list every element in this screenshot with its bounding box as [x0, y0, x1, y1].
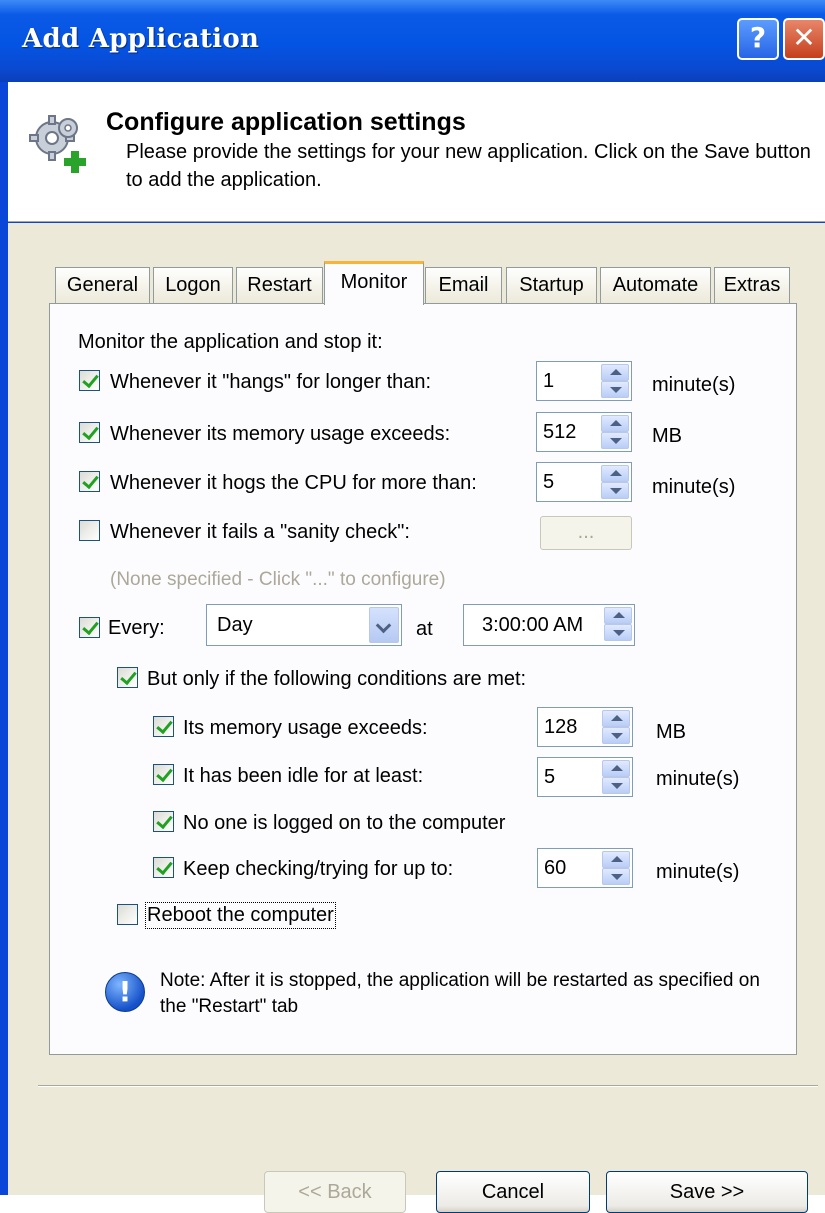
cond-memory-stepper[interactable]: 128 — [537, 707, 633, 747]
memory-unit: MB — [652, 425, 682, 447]
tab-general[interactable]: General — [55, 267, 150, 304]
sanity-configure-button[interactable]: ... — [540, 516, 632, 550]
close-button[interactable]: ✕ — [783, 18, 825, 60]
cond-nologon-label[interactable]: No one is logged on to the computer — [183, 812, 505, 835]
cond-memory-unit: MB — [656, 721, 686, 743]
header-description: Please provide the settings for your new… — [126, 141, 811, 191]
cond-idle-checkbox[interactable] — [153, 764, 174, 785]
hangs-unit: minute(s) — [652, 374, 736, 396]
title-bar[interactable]: Add Application ? ✕ — [0, 0, 825, 82]
cond-keep-unit: minute(s) — [656, 861, 740, 883]
dialog-body: General Logon Restart Monitor Email Star… — [8, 223, 825, 1213]
every-period-value[interactable]: Day — [217, 614, 253, 637]
cond-memory-value[interactable]: 128 — [544, 716, 577, 739]
header-title: Configure application settings — [106, 108, 466, 136]
tab-restart[interactable]: Restart — [236, 267, 323, 304]
spin-up-icon[interactable] — [601, 415, 629, 432]
spin-up-icon[interactable] — [602, 760, 630, 777]
close-icon: ✕ — [792, 21, 816, 54]
memory-mb-stepper[interactable]: 512 — [536, 412, 632, 452]
save-button[interactable]: Save >> — [606, 1171, 808, 1213]
tab-automate[interactable]: Automate — [600, 267, 711, 304]
cond-nologon-checkbox[interactable] — [153, 811, 174, 832]
spin-down-icon[interactable] — [602, 727, 630, 744]
spin-down-icon[interactable] — [601, 432, 629, 449]
cond-idle-stepper[interactable]: 5 — [537, 757, 633, 797]
back-button[interactable]: << Back — [264, 1171, 406, 1213]
memory-label[interactable]: Whenever its memory usage exceeds: — [110, 423, 450, 446]
wizard-header: Configure application settings Please pr… — [8, 82, 825, 222]
chevron-down-icon[interactable] — [369, 607, 399, 643]
help-button[interactable]: ? — [737, 18, 779, 60]
cpu-label[interactable]: Whenever it hogs the CPU for more than: — [110, 472, 477, 495]
spin-down-icon[interactable] — [602, 777, 630, 794]
every-time-stepper[interactable]: 3:00:00 AM — [463, 604, 635, 646]
memory-mb-value[interactable]: 512 — [543, 421, 576, 444]
spin-up-icon[interactable] — [602, 710, 630, 727]
cond-keep-value[interactable]: 60 — [544, 857, 566, 880]
cond-memory-checkbox[interactable] — [153, 716, 174, 737]
every-label[interactable]: Every: — [108, 617, 165, 640]
sanity-checkbox[interactable] — [79, 520, 100, 541]
cond-memory-label[interactable]: Its memory usage exceeds: — [183, 717, 428, 740]
hangs-minutes-stepper[interactable]: 1 — [536, 361, 632, 401]
window-title: Add Application — [22, 24, 260, 54]
cond-idle-value[interactable]: 5 — [544, 766, 555, 789]
monitor-intro: Monitor the application and stop it: — [78, 331, 383, 353]
spin-down-icon[interactable] — [604, 624, 632, 641]
spin-up-icon[interactable] — [601, 364, 629, 381]
tab-extras[interactable]: Extras — [714, 267, 790, 304]
cond-idle-unit: minute(s) — [656, 768, 740, 790]
info-icon: ! — [105, 972, 145, 1012]
footer-separator — [38, 1085, 818, 1087]
spin-up-icon[interactable] — [602, 851, 630, 868]
add-application-window: Add Application ? ✕ Configure applicatio… — [0, 0, 825, 1213]
cpu-unit: minute(s) — [652, 476, 736, 498]
sanity-hint: (None specified - Click "..." to configu… — [110, 569, 446, 590]
conditions-checkbox[interactable] — [117, 667, 138, 688]
every-time-value[interactable]: 3:00:00 AM — [482, 614, 583, 637]
cpu-checkbox[interactable] — [79, 471, 100, 492]
spin-down-icon[interactable] — [601, 381, 629, 398]
spin-down-icon[interactable] — [602, 868, 630, 885]
memory-checkbox[interactable] — [79, 422, 100, 443]
every-checkbox[interactable] — [79, 617, 100, 638]
tab-logon[interactable]: Logon — [153, 267, 233, 304]
hangs-checkbox[interactable] — [79, 370, 100, 391]
reboot-checkbox[interactable] — [117, 904, 138, 925]
tab-email[interactable]: Email — [425, 267, 502, 304]
spin-up-icon[interactable] — [601, 465, 629, 482]
cancel-button[interactable]: Cancel — [436, 1171, 590, 1213]
every-period-select[interactable]: Day — [206, 604, 402, 646]
cpu-minutes-stepper[interactable]: 5 — [536, 462, 632, 502]
cond-idle-label[interactable]: It has been idle for at least: — [183, 765, 423, 788]
tab-monitor[interactable]: Monitor — [324, 261, 424, 305]
sanity-label[interactable]: Whenever it fails a "sanity check": — [110, 521, 410, 544]
cond-keep-checkbox[interactable] — [153, 857, 174, 878]
reboot-label[interactable]: Reboot the computer — [145, 902, 336, 929]
cpu-minutes-value[interactable]: 5 — [543, 471, 554, 494]
hangs-minutes-value[interactable]: 1 — [543, 370, 554, 393]
spin-up-icon[interactable] — [604, 607, 632, 624]
monitor-tab-panel: Monitor the application and stop it: Whe… — [49, 303, 797, 1055]
cond-keep-label[interactable]: Keep checking/trying for up to: — [183, 858, 453, 881]
restart-note: Note: After it is stopped, the applicati… — [160, 970, 760, 1017]
gears-add-icon — [29, 115, 86, 173]
tab-startup[interactable]: Startup — [506, 267, 597, 304]
conditions-label[interactable]: But only if the following conditions are… — [147, 668, 526, 691]
help-icon: ? — [749, 21, 767, 54]
hangs-label[interactable]: Whenever it "hangs" for longer than: — [110, 371, 431, 394]
spin-down-icon[interactable] — [601, 482, 629, 499]
every-at-label: at — [416, 618, 433, 640]
cond-keep-stepper[interactable]: 60 — [537, 848, 633, 888]
